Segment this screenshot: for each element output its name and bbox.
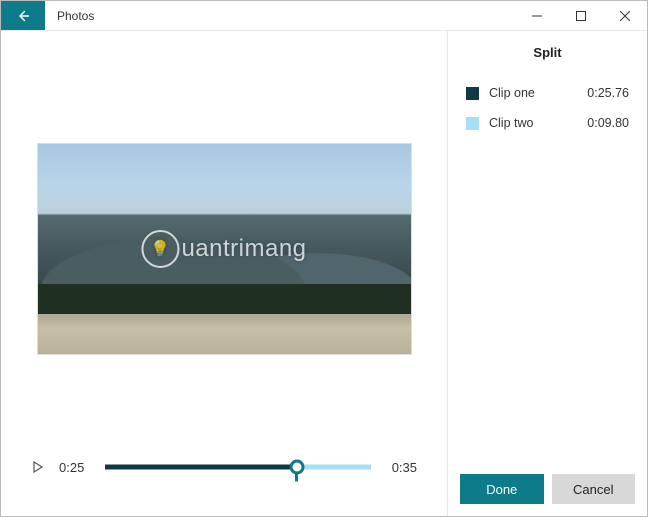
- cancel-button[interactable]: Cancel: [552, 474, 636, 504]
- panel-title: Split: [448, 31, 647, 78]
- clip-two-swatch: [466, 117, 479, 130]
- timeline-track[interactable]: [105, 458, 371, 476]
- clip-one-name: Clip one: [489, 86, 577, 100]
- titlebar: Photos: [1, 1, 647, 31]
- clip-one-duration: 0:25.76: [587, 86, 629, 100]
- close-button[interactable]: [603, 1, 647, 30]
- split-panel: Split Clip one 0:25.76 Clip two 0:09.80 …: [447, 31, 647, 516]
- title-spacer: [106, 1, 515, 30]
- watermark-text: uantrimang: [181, 235, 306, 263]
- clip-row[interactable]: Clip one 0:25.76: [448, 78, 647, 108]
- clip-two-duration: 0:09.80: [587, 116, 629, 130]
- minimize-icon: [532, 11, 542, 21]
- clip-one-swatch: [466, 87, 479, 100]
- close-icon: [620, 11, 630, 21]
- track-segment-clip-one: [105, 465, 297, 470]
- track-segment-clip-two: [297, 465, 371, 470]
- done-button[interactable]: Done: [460, 474, 544, 504]
- button-row: Done Cancel: [448, 462, 647, 516]
- current-time: 0:25: [59, 460, 91, 475]
- minimize-button[interactable]: [515, 1, 559, 30]
- total-time: 0:35: [385, 460, 417, 475]
- maximize-button[interactable]: [559, 1, 603, 30]
- bulb-icon: 💡: [141, 230, 179, 268]
- window-title: Photos: [45, 1, 106, 30]
- content-area: 💡 uantrimang 0:25 0:35 Split Clip one 0:…: [1, 31, 647, 516]
- player-controls: 0:25 0:35: [1, 458, 447, 476]
- arrow-left-icon: [15, 8, 31, 24]
- play-icon: [33, 461, 43, 473]
- maximize-icon: [576, 11, 586, 21]
- split-handle[interactable]: [289, 460, 304, 475]
- watermark: 💡 uantrimang: [141, 230, 306, 268]
- preview-pane: 💡 uantrimang 0:25 0:35: [1, 31, 447, 516]
- video-preview[interactable]: 💡 uantrimang: [37, 143, 412, 355]
- clip-two-name: Clip two: [489, 116, 577, 130]
- back-button[interactable]: [1, 1, 45, 30]
- play-button[interactable]: [31, 460, 45, 474]
- clip-row[interactable]: Clip two 0:09.80: [448, 108, 647, 138]
